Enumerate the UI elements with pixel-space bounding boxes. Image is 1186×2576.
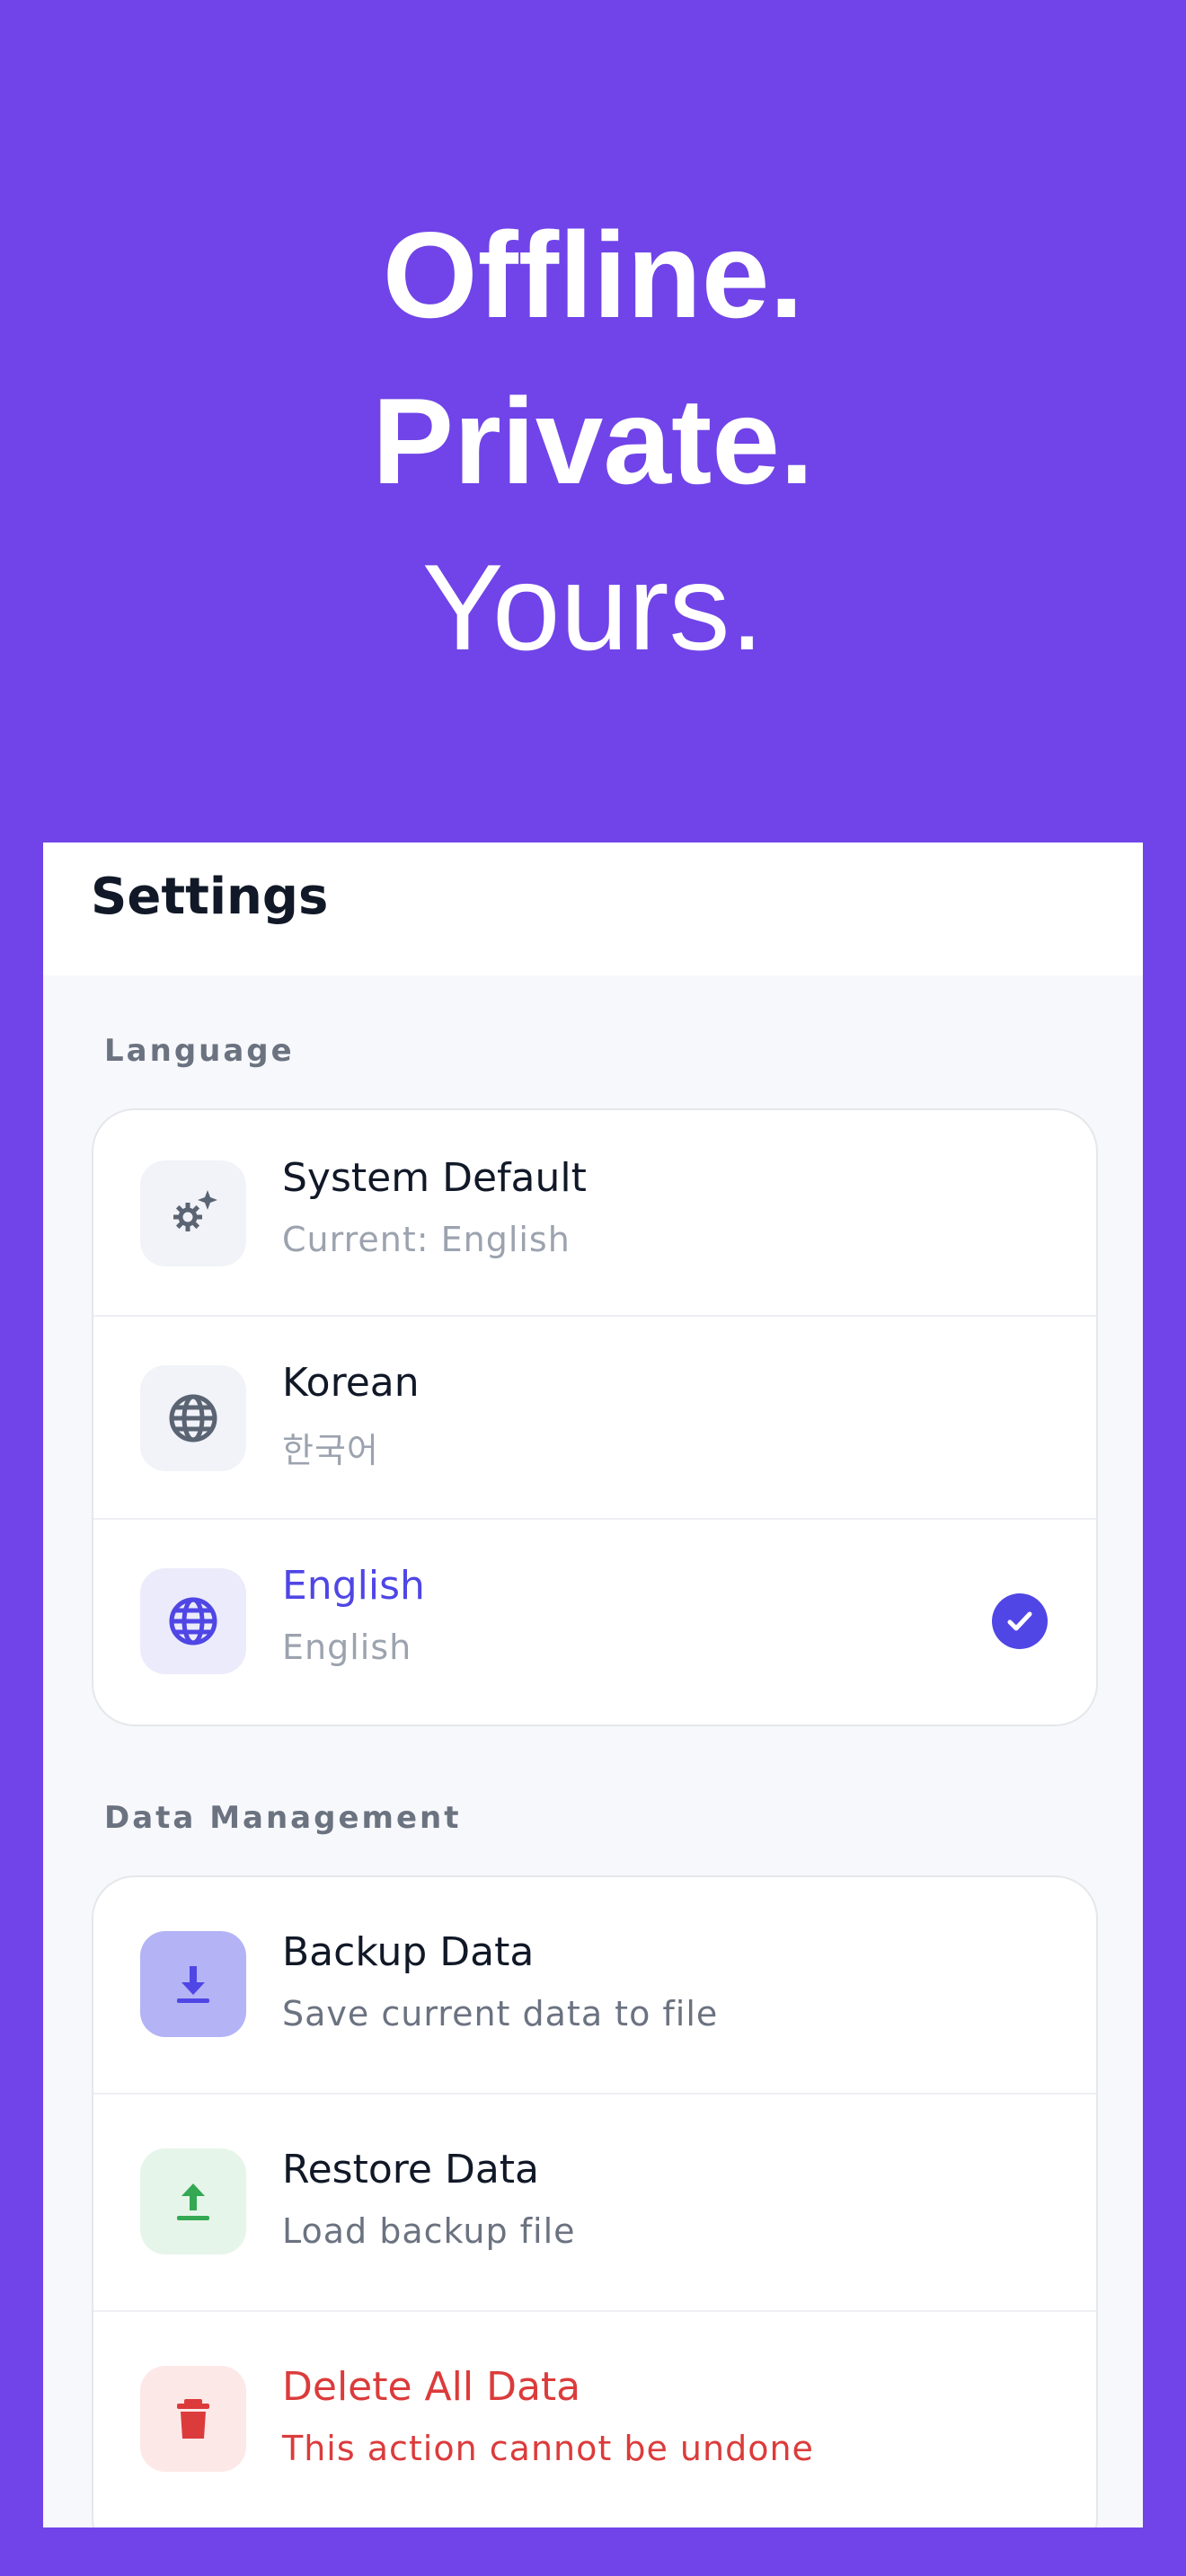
row-subtitle: Load backup file [282, 2211, 576, 2251]
language-card: System Default Current: English Korean 한… [92, 1108, 1098, 1726]
row-title: Restore Data [282, 2147, 539, 2192]
upload-icon [140, 2148, 246, 2254]
language-option-system-default[interactable]: System Default Current: English [93, 1110, 1096, 1315]
delete-all-data-button[interactable]: Delete All Data This action cannot be un… [93, 2310, 1096, 2527]
row-title: Korean [282, 1360, 420, 1406]
top-bar: Settings [43, 842, 1143, 975]
row-subtitle: English [282, 1628, 412, 1667]
hero-line-offline: Offline. [382, 207, 804, 343]
gear-sparkle-icon [140, 1160, 246, 1266]
section-label-language: Language [104, 1033, 295, 1069]
backup-data-button[interactable]: Backup Data Save current data to file [93, 1877, 1096, 2093]
data-management-card: Backup Data Save current data to file Re… [92, 1875, 1098, 2527]
restore-data-button[interactable]: Restore Data Load backup file [93, 2093, 1096, 2312]
download-icon [140, 1931, 246, 2037]
globe-icon [140, 1568, 246, 1674]
hero-line-private: Private. [372, 373, 814, 509]
globe-icon [140, 1365, 246, 1471]
trash-icon [140, 2366, 246, 2472]
language-option-english[interactable]: English English [93, 1518, 1096, 1725]
row-subtitle: Current: English [282, 1220, 571, 1259]
section-label-data-management: Data Management [104, 1800, 462, 1836]
language-option-korean[interactable]: Korean 한국어 [93, 1315, 1096, 1520]
page-title: Settings [91, 868, 329, 926]
row-title: Delete All Data [282, 2364, 581, 2410]
row-title: English [282, 1563, 425, 1609]
settings-screen: Settings Language System Default Current… [43, 842, 1143, 2527]
hero-line-yours: Yours. [421, 539, 765, 675]
row-subtitle: 한국어 [282, 1431, 379, 1470]
row-subtitle: Save current data to file [282, 1994, 719, 2033]
row-title: Backup Data [282, 1929, 535, 1975]
row-title: System Default [282, 1155, 587, 1201]
selected-check-icon [992, 1593, 1048, 1649]
row-subtitle: This action cannot be undone [282, 2429, 814, 2468]
